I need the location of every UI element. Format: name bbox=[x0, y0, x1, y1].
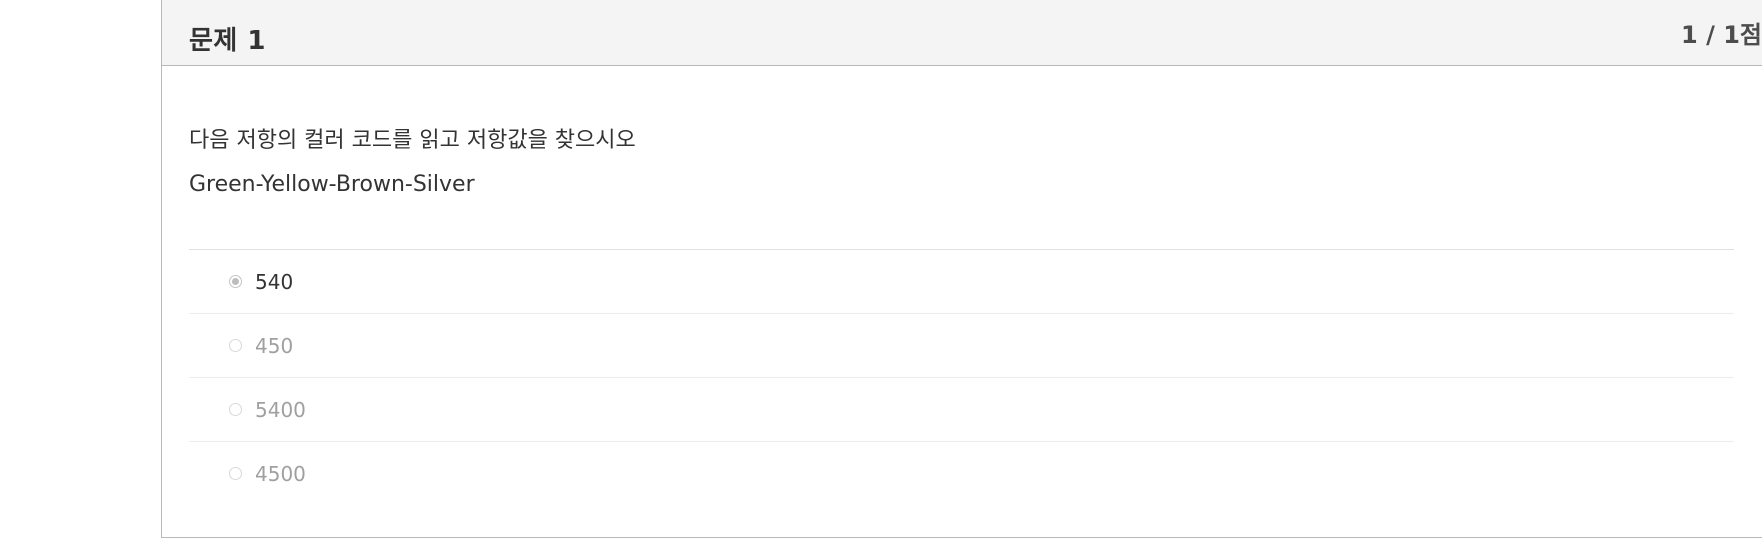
radio-unselected-icon[interactable] bbox=[229, 403, 242, 416]
question-score: 1 / 1점 bbox=[1681, 21, 1762, 49]
answer-option-label: 4500 bbox=[255, 462, 306, 486]
question-detail: Green-Yellow-Brown-Silver bbox=[189, 172, 475, 197]
answer-option-1[interactable]: 540 bbox=[189, 250, 1734, 314]
radio-selected-icon[interactable] bbox=[229, 275, 242, 288]
question-title: 문제 1 bbox=[189, 26, 266, 56]
radio-unselected-icon[interactable] bbox=[229, 339, 242, 352]
radio-unselected-icon[interactable] bbox=[229, 467, 242, 480]
answer-options: 540 450 5400 4500 bbox=[189, 249, 1734, 506]
answer-option-2[interactable]: 450 bbox=[189, 314, 1734, 378]
answer-option-label: 5400 bbox=[255, 398, 306, 422]
answer-option-4[interactable]: 4500 bbox=[189, 442, 1734, 506]
answer-option-label: 450 bbox=[255, 334, 294, 358]
quiz-page: 문제 1 1 / 1점 다음 저항의 컬러 코드를 읽고 저항값을 찾으시오 G… bbox=[0, 0, 1762, 544]
answer-option-label: 540 bbox=[255, 270, 294, 294]
question-header: 문제 1 1 / 1점 bbox=[162, 0, 1762, 66]
question-card: 문제 1 1 / 1점 다음 저항의 컬러 코드를 읽고 저항값을 찾으시오 G… bbox=[161, 0, 1762, 538]
question-text: 다음 저항의 컬러 코드를 읽고 저항값을 찾으시오 bbox=[189, 128, 636, 153]
answer-option-3[interactable]: 5400 bbox=[189, 378, 1734, 442]
